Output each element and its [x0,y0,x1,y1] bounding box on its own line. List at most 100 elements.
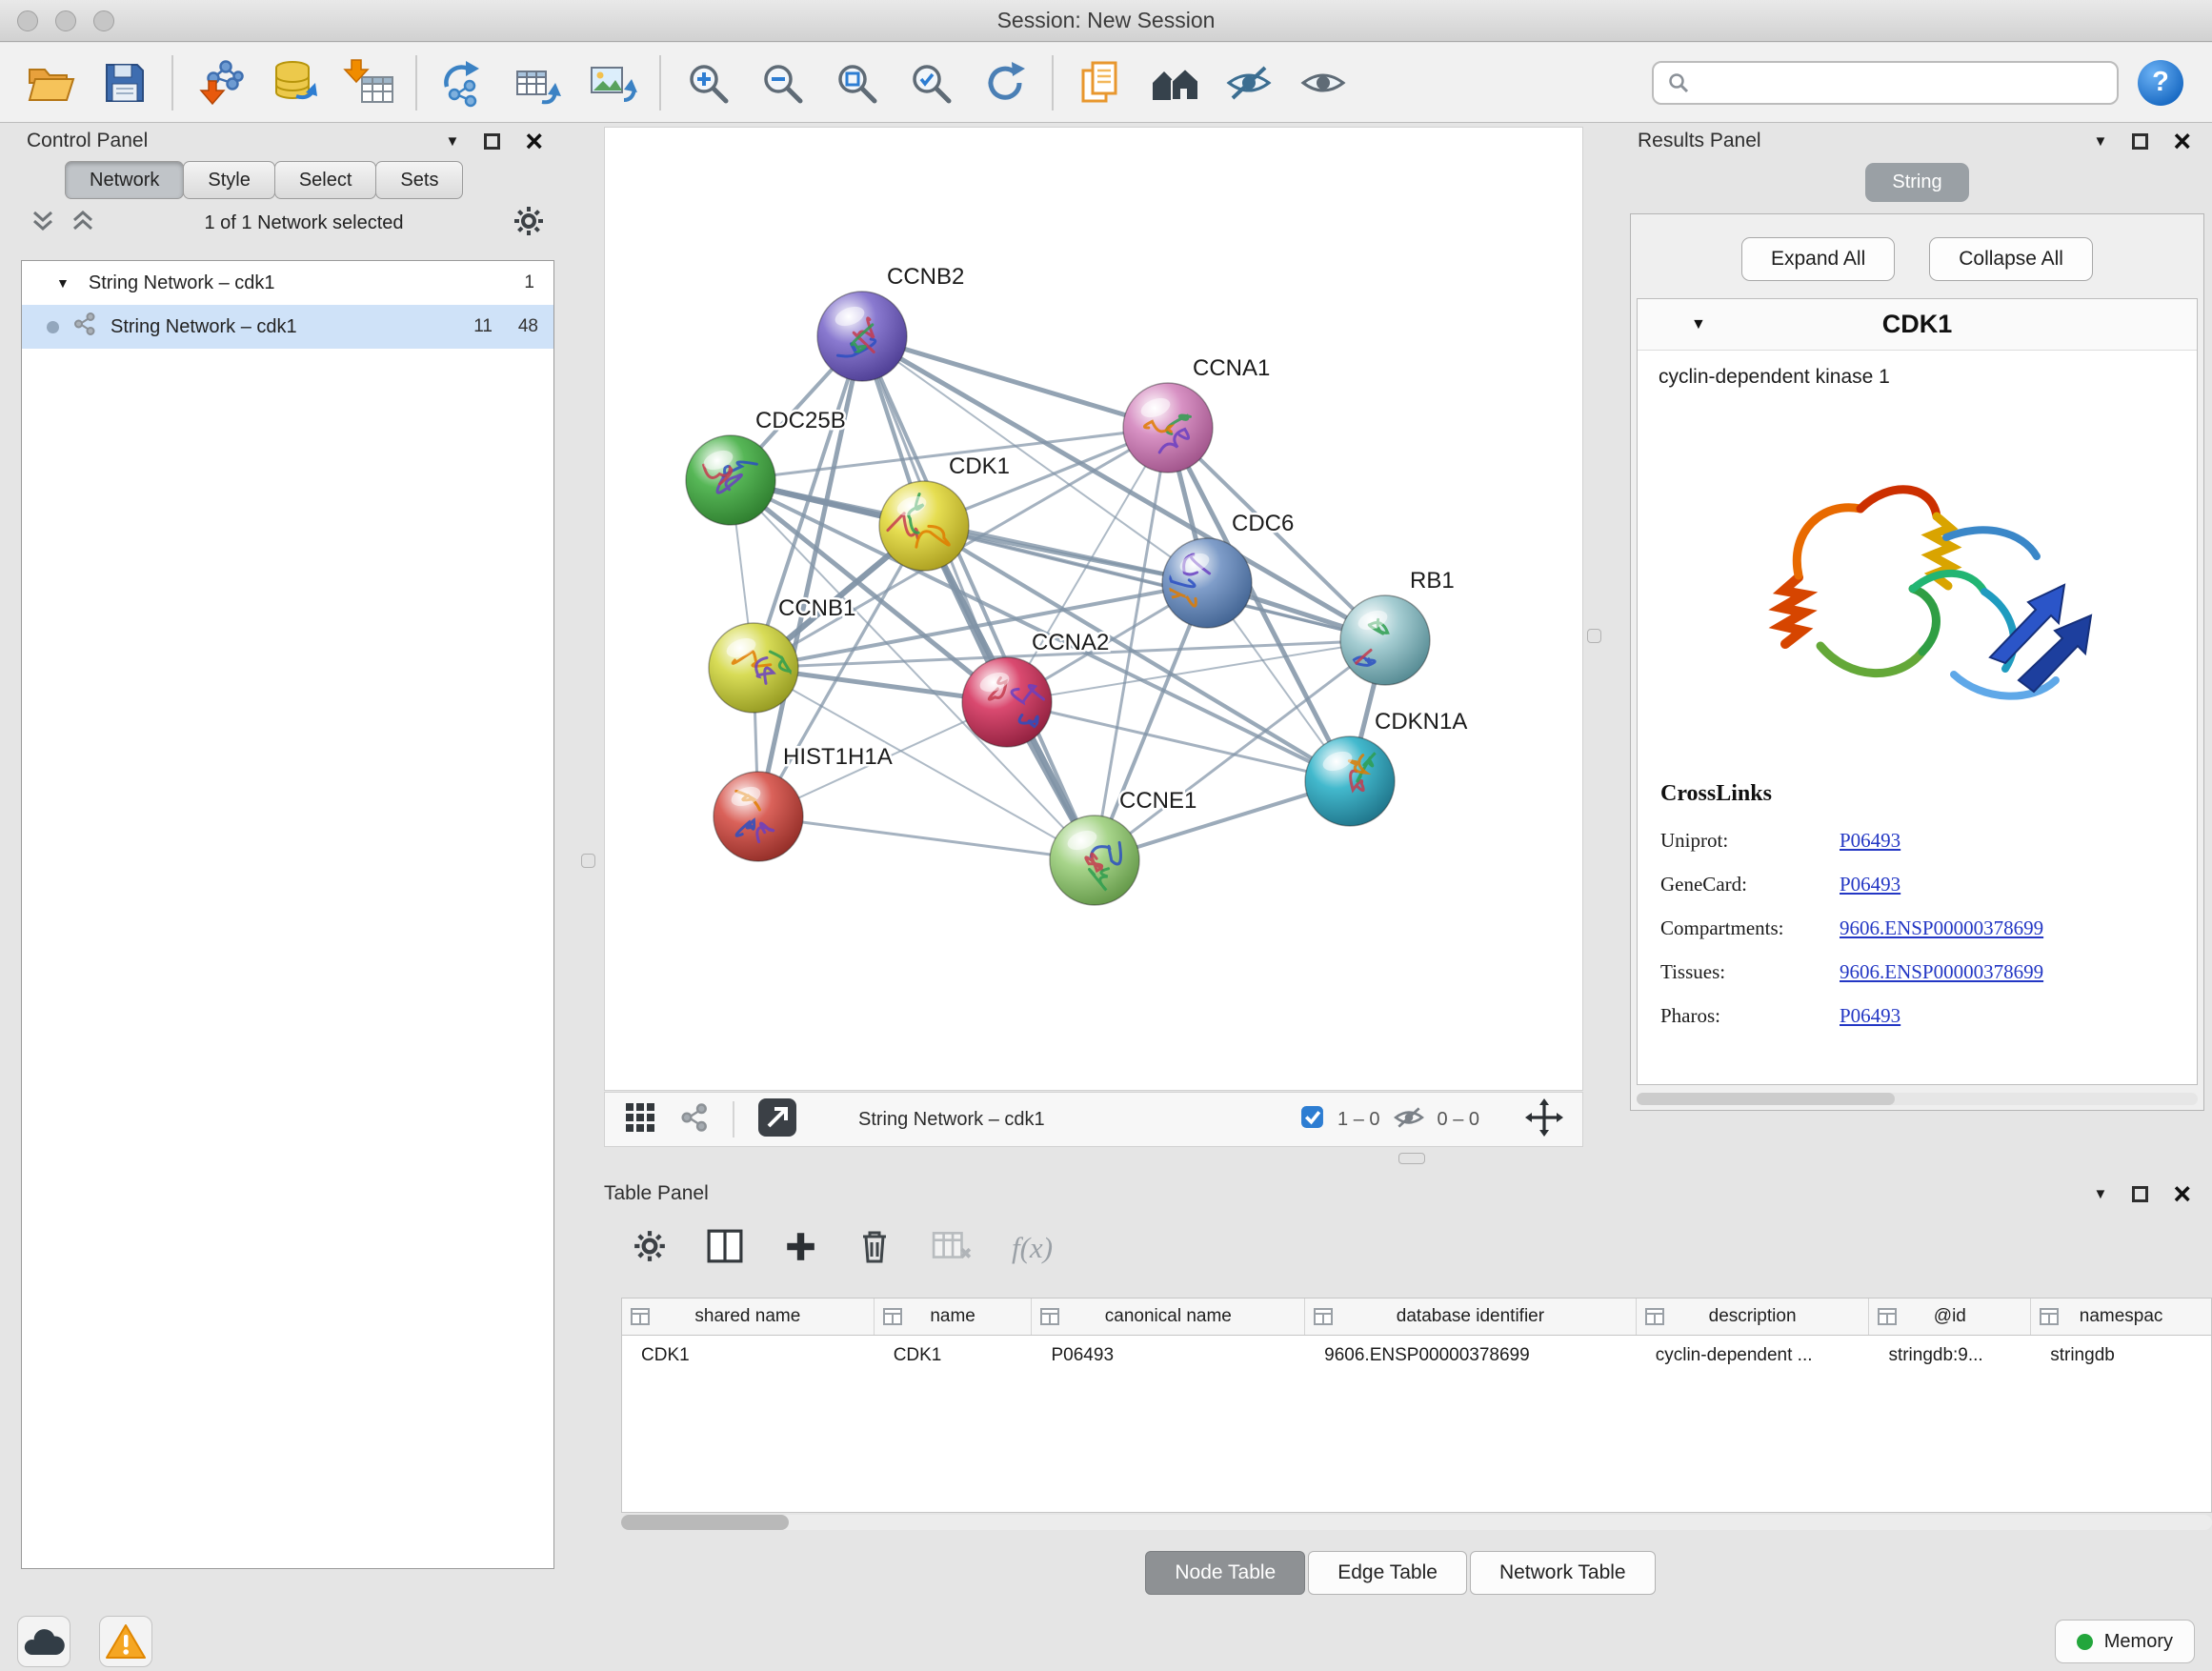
import-network-database-button[interactable] [267,54,322,111]
network-edge[interactable] [1007,702,1350,781]
show-graphics-details-button[interactable] [1296,54,1351,111]
tab-style[interactable]: Style [183,161,274,199]
hidden-eye-icon[interactable] [1394,1105,1424,1135]
network-node-cdc25b[interactable] [686,435,775,525]
float-panel-icon[interactable] [484,133,500,150]
minimize-window-button[interactable] [55,10,76,31]
add-column-icon[interactable] [783,1229,817,1268]
delete-column-icon[interactable] [857,1227,892,1270]
cell-description[interactable]: cyclin-dependent ... [1637,1345,1870,1366]
close-panel-icon[interactable]: × [2173,126,2191,156]
gear-icon[interactable] [513,205,545,242]
float-panel-icon[interactable] [2132,133,2148,150]
column-header-name[interactable]: name [875,1299,1033,1335]
network-overview-icon[interactable] [679,1102,710,1137]
crosslink-link-pharos[interactable]: P06493 [1840,1004,1900,1028]
panel-menu-icon[interactable]: ▼ [2093,1186,2107,1202]
float-panel-icon[interactable] [2132,1186,2148,1202]
column-header-description[interactable]: description [1637,1299,1870,1335]
panel-menu-icon[interactable]: ▼ [2093,133,2107,150]
tab-node-table[interactable]: Node Table [1145,1551,1305,1595]
network-edge[interactable] [862,336,1095,860]
zoom-fit-button[interactable] [829,54,884,111]
cell-canonical-name[interactable]: P06493 [1033,1345,1306,1366]
cloud-button[interactable] [17,1616,70,1667]
expand-all-networks-icon[interactable] [70,210,95,237]
warning-button[interactable] [99,1616,152,1667]
birds-eye-grid-icon[interactable] [624,1101,656,1138]
collapse-all-button[interactable]: Collapse All [1929,237,2093,281]
network-canvas[interactable]: CCNB2CCNA1CDC25BCDK1CDC6RB1CCNB1CCNA2CDK… [604,127,1583,1091]
close-panel-icon[interactable]: × [525,126,543,156]
network-node-hist1h1a[interactable] [714,772,803,861]
export-image-button[interactable] [585,54,640,111]
network-edge[interactable] [758,816,1095,860]
zoom-out-button[interactable] [754,54,810,111]
memory-button[interactable]: Memory [2055,1620,2195,1663]
collapse-all-networks-icon[interactable] [30,210,55,237]
cell-namespace[interactable]: stringdb [2031,1345,2211,1366]
crosslink-link-uniprot[interactable]: P06493 [1840,829,1900,853]
column-header-canonical-name[interactable]: canonical name [1032,1299,1305,1335]
tab-edge-table[interactable]: Edge Table [1308,1551,1467,1595]
results-scrollbar[interactable] [1637,1093,2198,1105]
splitter-handle[interactable] [581,854,595,868]
network-node-cdk1[interactable] [879,481,969,571]
zoom-selected-button[interactable] [903,54,958,111]
column-header-namespace[interactable]: namespac [2031,1299,2211,1335]
crosslink-link-compartments[interactable]: 9606.ENSP00000378699 [1840,916,2043,940]
refresh-view-button[interactable] [977,54,1033,111]
new-network-from-selection-button[interactable] [436,54,492,111]
expander-icon[interactable]: ▼ [56,275,70,291]
crosslink-link-tissues[interactable]: 9606.ENSP00000378699 [1840,960,2043,984]
tab-string[interactable]: String [1865,163,1968,202]
scrollbar-thumb[interactable] [621,1515,789,1530]
import-network-file-button[interactable] [192,54,248,111]
selected-nodes-checkbox[interactable] [1300,1105,1324,1134]
maximize-window-button[interactable] [93,10,114,31]
crosslink-link-genecard[interactable]: P06493 [1840,873,1900,896]
collapse-card-icon[interactable]: ▼ [1691,316,1706,333]
cell-id[interactable]: stringdb:9... [1869,1345,2031,1366]
expand-all-button[interactable]: Expand All [1741,237,1895,281]
tab-sets[interactable]: Sets [375,161,463,199]
import-table-button[interactable] [341,54,396,111]
column-header-database-identifier[interactable]: database identifier [1305,1299,1637,1335]
export-table-button[interactable] [511,54,566,111]
table-gear-icon[interactable] [633,1229,667,1268]
protein-card-header[interactable]: ▼ CDK1 [1638,299,2197,351]
copy-session-button[interactable] [1073,54,1128,111]
table-row[interactable]: CDK1 CDK1 P06493 9606.ENSP00000378699 cy… [622,1336,2211,1376]
network-node-ccne1[interactable] [1050,815,1139,905]
network-graph[interactable]: CCNB2CCNA1CDC25BCDK1CDC6RB1CCNB1CCNA2CDK… [605,128,1584,1092]
table-horizontal-scrollbar[interactable] [621,1515,2212,1530]
network-row[interactable]: String Network – cdk1 11 48 [22,305,553,349]
export-view-button[interactable] [757,1097,797,1142]
close-window-button[interactable] [17,10,38,31]
column-header-shared-name[interactable]: shared name [622,1299,875,1335]
show-columns-icon[interactable] [707,1229,743,1268]
tab-select[interactable]: Select [274,161,377,199]
cell-database-identifier[interactable]: 9606.ENSP00000378699 [1305,1345,1637,1366]
panel-menu-icon[interactable]: ▼ [445,133,459,150]
network-node-ccnb2[interactable] [817,292,907,381]
network-edge[interactable] [862,336,1168,428]
tab-network-table[interactable]: Network Table [1470,1551,1656,1595]
splitter-handle[interactable] [1398,1153,1425,1164]
column-header-id[interactable]: @id [1869,1299,2031,1335]
function-builder-icon[interactable]: f(x) [1012,1231,1053,1265]
network-node-ccna1[interactable] [1123,383,1213,473]
hide-graphics-details-button[interactable] [1221,54,1277,111]
splitter-handle[interactable] [1587,629,1601,643]
cell-shared-name[interactable]: CDK1 [622,1345,875,1366]
close-panel-icon[interactable]: × [2173,1178,2191,1209]
network-node-ccna2[interactable] [962,657,1052,747]
network-node-rb1[interactable] [1340,595,1430,691]
open-session-button[interactable] [23,54,78,111]
network-node-cdkn1a[interactable] [1305,736,1395,826]
home-button[interactable] [1147,54,1202,111]
cell-name[interactable]: CDK1 [875,1345,1033,1366]
tab-network[interactable]: Network [65,161,184,199]
network-collection-row[interactable]: ▼ String Network – cdk1 1 [22,261,553,305]
search-input[interactable] [1699,71,2103,93]
